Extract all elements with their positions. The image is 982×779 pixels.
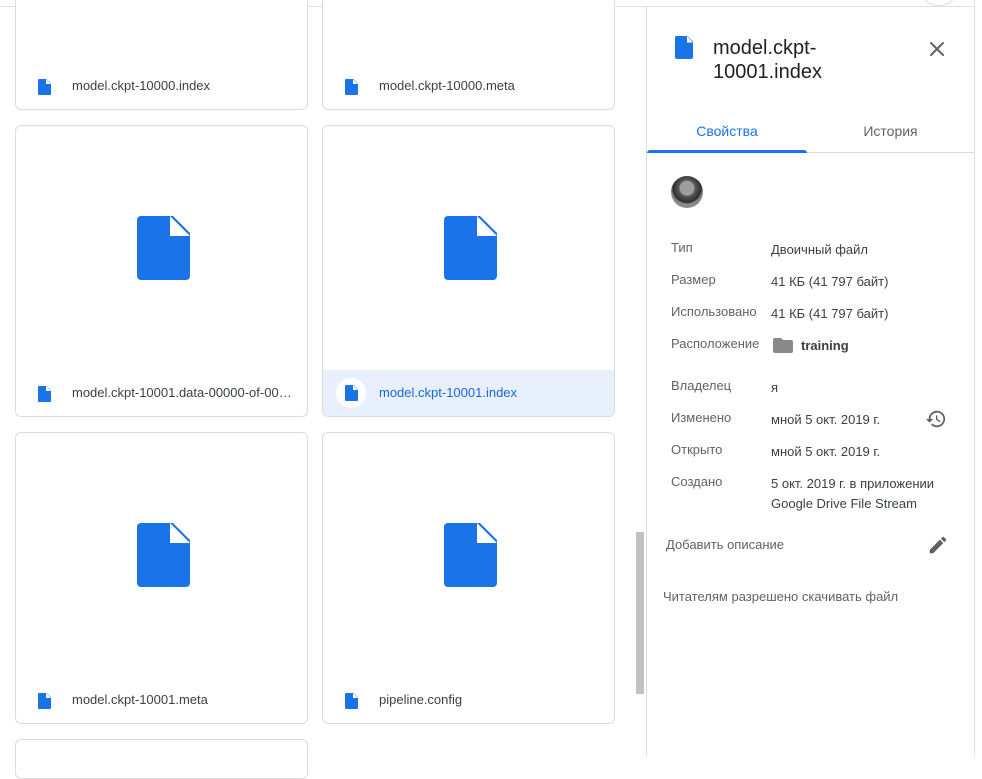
- prop-value: Двоичный файл: [771, 242, 868, 257]
- prop-label: Расположение: [671, 336, 760, 351]
- scrollbar-thumb[interactable]: [636, 532, 644, 694]
- prop-value: 41 КБ (41 797 байт): [771, 274, 889, 289]
- prop-value: мной 5 окт. 2019 г.: [771, 444, 881, 459]
- file-card-label: model.ckpt-10001.data-00000-of-00…: [16, 370, 307, 416]
- close-icon[interactable]: [925, 37, 949, 61]
- file-name: model.ckpt-10000.meta: [379, 78, 515, 93]
- file-card[interactable]: model.ckpt-10000.index: [15, 0, 308, 110]
- tab-history[interactable]: История: [807, 110, 974, 152]
- doc-icon: [345, 79, 358, 95]
- right-edge-divider: [974, 0, 975, 756]
- prop-label: Изменено: [671, 410, 732, 425]
- doc-icon: [38, 79, 51, 95]
- pencil-icon[interactable]: [927, 534, 949, 556]
- file-card[interactable]: [15, 739, 308, 779]
- file-name: model.ckpt-10000.index: [72, 78, 211, 93]
- doc-thumbnail-icon: [444, 216, 497, 280]
- doc-icon: [345, 693, 358, 709]
- doc-thumbnail-icon: [444, 523, 497, 587]
- history-icon[interactable]: [925, 408, 947, 430]
- file-card[interactable]: pipeline.config: [322, 432, 615, 724]
- doc-thumbnail-icon: [137, 216, 190, 280]
- prop-label: Создано: [671, 474, 723, 489]
- file-name: model.ckpt-10001.data-00000-of-00…: [72, 385, 292, 400]
- prop-value: 41 КБ (41 797 байт): [771, 306, 889, 321]
- tab-properties[interactable]: Свойства: [647, 110, 807, 152]
- prop-value: 5 окт. 2019 г. в приложении Google Drive…: [771, 476, 935, 511]
- file-card[interactable]: model.ckpt-10000.meta: [322, 0, 615, 110]
- details-tabs: Свойства История: [647, 110, 974, 153]
- file-card-label: pipeline.config: [323, 677, 614, 723]
- download-permission-note: Читателям разрешено скачивать файл: [663, 589, 899, 604]
- prop-label: Владелец: [671, 378, 732, 393]
- add-description-button[interactable]: Добавить описание: [666, 537, 784, 552]
- prop-label: Открыто: [671, 442, 723, 457]
- file-card[interactable]: model.ckpt-10001.data-00000-of-00…: [15, 125, 308, 417]
- file-name: pipeline.config: [379, 692, 463, 707]
- file-name: model.ckpt-10001.index: [379, 385, 518, 400]
- folder-icon: [773, 338, 793, 353]
- owner-avatar[interactable]: [671, 176, 703, 208]
- doc-icon: [345, 385, 358, 401]
- file-card-label: model.ckpt-10000.meta: [323, 63, 614, 109]
- file-card-label: model.ckpt-10001.index: [323, 370, 614, 416]
- doc-icon: [675, 36, 693, 59]
- prop-value: я: [771, 380, 779, 395]
- prop-label: Использовано: [671, 304, 757, 319]
- file-card-label: model.ckpt-10000.index: [16, 63, 307, 109]
- details-panel: model.ckpt-10001.index Свойства История …: [647, 7, 974, 756]
- file-name: model.ckpt-10001.meta: [72, 692, 208, 707]
- doc-icon: [38, 386, 51, 402]
- doc-icon: [38, 693, 51, 709]
- location-link[interactable]: training: [801, 336, 982, 356]
- prop-label: Тип: [671, 240, 693, 255]
- doc-thumbnail-icon: [137, 523, 190, 587]
- file-card-label: model.ckpt-10001.meta: [16, 677, 307, 723]
- active-tab-indicator: [647, 150, 807, 153]
- details-title: model.ckpt-10001.index: [713, 37, 822, 83]
- file-card-selected[interactable]: model.ckpt-10001.index: [322, 125, 615, 417]
- prop-label: Размер: [671, 272, 716, 287]
- file-card[interactable]: model.ckpt-10001.meta: [15, 432, 308, 724]
